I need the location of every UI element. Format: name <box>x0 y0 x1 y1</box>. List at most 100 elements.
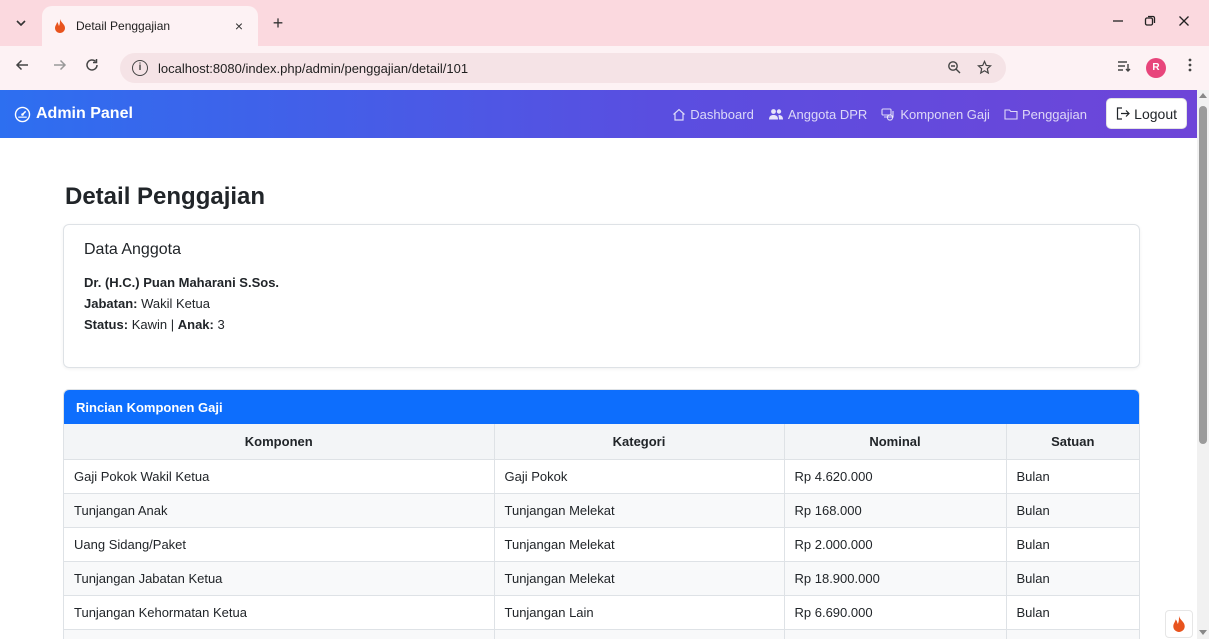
kategori-cell: Tunjangan Lain <box>493 594 785 630</box>
scroll-up-arrow-icon[interactable] <box>1199 93 1207 98</box>
salary-components-card: Rincian Komponen Gaji Komponen Kategori … <box>63 389 1140 639</box>
komponen-cell <box>64 628 495 639</box>
nav-komponen-gaji[interactable]: Komponen Gaji <box>881 107 990 122</box>
speedometer-icon <box>14 106 31 123</box>
salary-components-header: Rincian Komponen Gaji <box>64 390 1139 424</box>
bookmark-star-icon[interactable] <box>974 59 994 80</box>
nominal-cell: Rp 2.000.000 <box>783 526 1007 562</box>
nav-links: Dashboard Anggota DPR Komponen Gaji Peng… <box>672 90 1087 138</box>
member-name: Dr. (H.C.) Puan Maharani S.Sos. <box>84 275 280 290</box>
reload-icon[interactable] <box>80 56 104 80</box>
flame-favicon-icon <box>52 18 68 34</box>
nominal-cell: Rp 6.690.000 <box>783 594 1007 630</box>
page-scrollbar[interactable] <box>1197 90 1209 639</box>
kategori-cell: Tunjangan Melekat <box>493 526 785 562</box>
table-row <box>64 628 1139 639</box>
site-info-icon[interactable]: i <box>132 60 148 76</box>
restore-icon[interactable] <box>1138 12 1162 34</box>
kategori-cell: Tunjangan Melekat <box>493 492 785 528</box>
anak-label: Anak: <box>177 317 214 332</box>
brand-text: Admin Panel <box>36 105 133 122</box>
main-container: Detail Penggajian Data Anggota Dr. (H.C.… <box>63 182 1140 639</box>
nav-dashboard-label: Dashboard <box>690 106 754 122</box>
satuan-cell: Bulan <box>1005 458 1139 494</box>
member-status-line: Status: Kawin | Anak: 3 <box>84 314 1122 335</box>
scroll-down-arrow-icon[interactable] <box>1199 630 1207 635</box>
reading-list-icon[interactable] <box>1112 56 1136 80</box>
brand-link[interactable]: Admin Panel <box>14 105 133 123</box>
member-card-title: Data Anggota <box>84 241 181 258</box>
member-name-line: Dr. (H.C.) Puan Maharani S.Sos. <box>84 272 1122 293</box>
page-viewport: Admin Panel Dashboard Anggota DPR Kompon… <box>0 90 1197 639</box>
column-header: Nominal <box>783 424 1007 460</box>
debug-toolbar-flame-icon[interactable] <box>1165 610 1193 638</box>
tab-search-chevron-icon[interactable] <box>10 12 32 34</box>
status-separator: | <box>170 317 175 332</box>
satuan-cell: Bulan <box>1005 560 1139 596</box>
house-icon <box>673 108 686 121</box>
nav-dashboard[interactable]: Dashboard <box>672 107 754 122</box>
logout-label: Logout <box>1134 105 1177 122</box>
column-header: Kategori <box>493 424 785 460</box>
status-value: Kawin <box>131 317 168 332</box>
profile-avatar[interactable]: R <box>1146 58 1166 78</box>
back-arrow-icon[interactable] <box>10 56 34 80</box>
table-row: Tunjangan Jabatan Ketua Tunjangan Meleka… <box>64 560 1139 596</box>
status-label: Status: <box>84 317 129 332</box>
folder-icon <box>1004 109 1018 120</box>
anak-value: 3 <box>217 317 225 332</box>
komponen-cell: Uang Sidang/Paket <box>64 526 495 562</box>
komponen-cell: Tunjangan Kehormatan Ketua <box>64 594 495 630</box>
satuan-cell: Bulan <box>1005 492 1139 528</box>
address-url[interactable]: localhost:8080/index.php/admin/penggajia… <box>158 61 468 76</box>
table-header-row: Komponen Kategori Nominal Satuan <box>64 424 1139 460</box>
people-icon <box>768 109 783 120</box>
zoom-icon[interactable] <box>944 60 964 80</box>
satuan-cell <box>1005 628 1139 639</box>
table-row: Tunjangan Kehormatan Ketua Tunjangan Lai… <box>64 594 1139 630</box>
forward-arrow-icon[interactable] <box>48 56 72 80</box>
nominal-cell: Rp 18.900.000 <box>783 560 1007 596</box>
member-jabatan-line: Jabatan: Wakil Ketua <box>84 293 1122 314</box>
table-row: Uang Sidang/Paket Tunjangan Melekat Rp 2… <box>64 526 1139 562</box>
column-header: Komponen <box>64 424 495 460</box>
komponen-cell: Gaji Pokok Wakil Ketua <box>64 458 495 494</box>
cash-stack-icon <box>881 107 894 121</box>
table-row: Tunjangan Anak Tunjangan Melekat Rp 168.… <box>64 492 1139 528</box>
scroll-thumb[interactable] <box>1199 106 1207 444</box>
browser-menu-icon[interactable] <box>1178 56 1202 80</box>
new-tab-button[interactable]: + <box>268 13 288 33</box>
nav-anggota-dpr[interactable]: Anggota DPR <box>768 107 867 122</box>
kategori-cell: Tunjangan Melekat <box>493 560 785 596</box>
top-navbar: Admin Panel Dashboard Anggota DPR Kompon… <box>0 90 1197 138</box>
jabatan-label: Jabatan: <box>84 296 138 311</box>
box-arrow-right-icon <box>1117 107 1131 120</box>
browser-toolbar: i localhost:8080/index.php/admin/penggaj… <box>0 46 1209 90</box>
address-bar[interactable]: i localhost:8080/index.php/admin/penggaj… <box>120 53 1006 83</box>
close-window-icon[interactable] <box>1172 12 1196 34</box>
column-header: Satuan <box>1005 424 1139 460</box>
nominal-cell <box>783 628 1007 639</box>
satuan-cell: Bulan <box>1005 526 1139 562</box>
table-row: Gaji Pokok Wakil Ketua Gaji Pokok Rp 4.6… <box>64 458 1139 494</box>
kategori-cell: Gaji Pokok <box>493 458 785 494</box>
tab-close-icon[interactable]: × <box>230 18 248 34</box>
nav-penggajian[interactable]: Penggajian <box>1004 107 1087 122</box>
nav-komponen-gaji-label: Komponen Gaji <box>900 106 990 122</box>
kategori-cell <box>493 628 785 639</box>
nominal-cell: Rp 168.000 <box>783 492 1007 528</box>
member-card: Data Anggota Dr. (H.C.) Puan Maharani S.… <box>63 224 1140 368</box>
komponen-cell: Tunjangan Anak <box>64 492 495 528</box>
browser-tab-strip: Detail Penggajian × + <box>0 0 1209 46</box>
jabatan-value: Wakil Ketua <box>141 296 210 311</box>
page-title: Detail Penggajian <box>65 183 266 210</box>
salary-components-table: Komponen Kategori Nominal Satuan Gaji Po… <box>64 424 1139 639</box>
komponen-cell: Tunjangan Jabatan Ketua <box>64 560 495 596</box>
satuan-cell: Bulan <box>1005 594 1139 630</box>
nav-penggajian-label: Penggajian <box>1021 106 1087 122</box>
nominal-cell: Rp 4.620.000 <box>783 458 1007 494</box>
logout-button[interactable]: Logout <box>1106 98 1187 129</box>
tab-title: Detail Penggajian <box>76 19 171 33</box>
browser-tab[interactable]: Detail Penggajian × <box>42 6 258 46</box>
minimize-icon[interactable] <box>1106 12 1130 34</box>
